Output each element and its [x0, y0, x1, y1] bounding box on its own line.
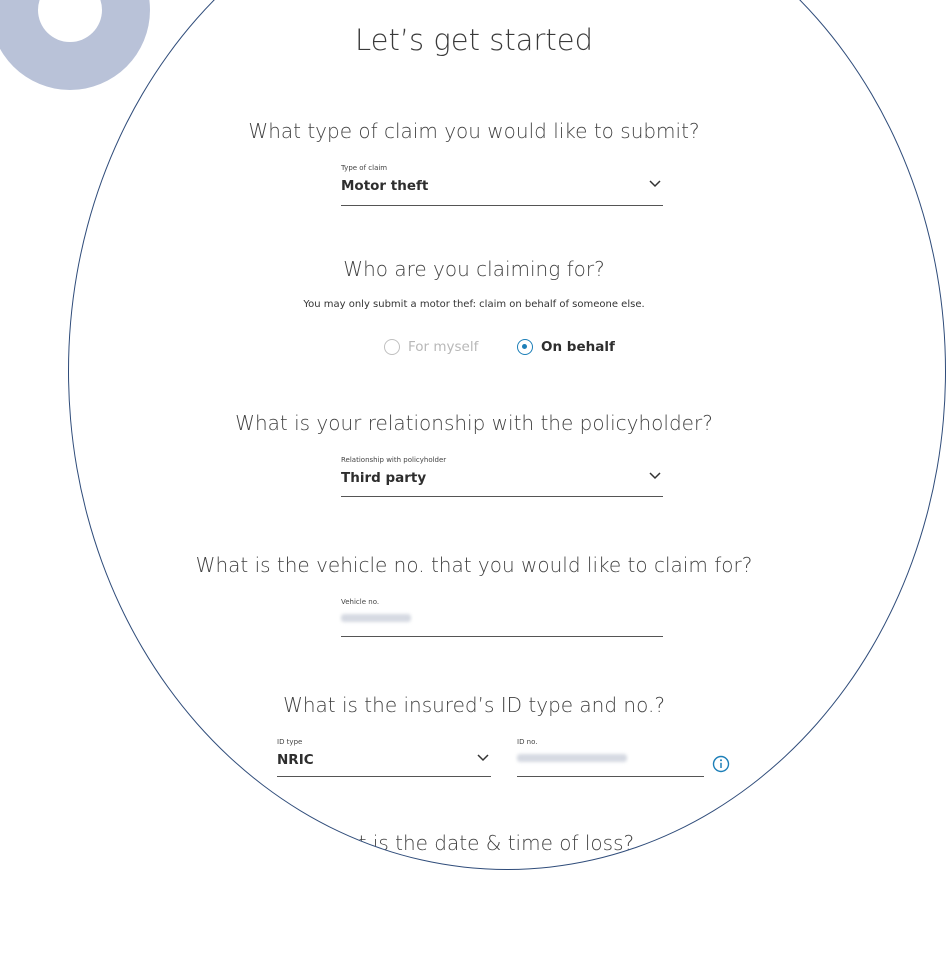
id-number-redacted [517, 754, 627, 762]
radio-on-behalf-label: On behalf [541, 339, 615, 355]
relationship-value: Third party [341, 470, 427, 486]
info-icon[interactable] [712, 755, 730, 773]
vehicle-question: What is the vehicle no. that you would l… [195, 553, 753, 577]
insured-id-question: What is the insured’s ID type and no.? [283, 693, 665, 717]
relationship-question: What is your relationship with the polic… [235, 411, 713, 435]
id-number-input[interactable]: ID no. [517, 738, 704, 777]
id-type-value: NRIC [277, 752, 314, 768]
relationship-select[interactable]: Relationship with policyholder Third par… [341, 456, 663, 497]
claim-type-select[interactable]: Type of claim Motor theft [341, 164, 663, 206]
claimant-note: You may only submit a motor thef: claim … [303, 299, 645, 310]
claim-type-label: Type of claim [341, 164, 388, 172]
radio-for-myself[interactable]: For myself [384, 339, 478, 355]
vehicle-number-input[interactable]: Vehicle no. [341, 598, 663, 637]
claim-type-value: Motor theft [341, 178, 429, 194]
radio-icon [517, 339, 533, 355]
form-magnifier-circle: Let’s get started What type of claim you… [68, 0, 946, 870]
radio-icon [384, 339, 400, 355]
vehicle-value-redacted [341, 614, 411, 622]
vehicle-label: Vehicle no. [341, 598, 380, 606]
chevron-down-icon [649, 180, 661, 188]
claim-form: Let’s get started What type of claim you… [69, 1, 945, 869]
chevron-down-icon [649, 472, 661, 480]
id-number-label: ID no. [517, 738, 538, 746]
claimant-question: Who are you claiming for? [343, 257, 605, 281]
claim-type-question: What type of claim you would like to sub… [248, 119, 700, 143]
radio-on-behalf[interactable]: On behalf [517, 339, 615, 355]
id-type-label: ID type [277, 738, 303, 746]
chevron-down-icon [477, 754, 489, 762]
radio-for-myself-label: For myself [408, 339, 479, 355]
id-type-select[interactable]: ID type NRIC [277, 738, 491, 777]
relationship-label: Relationship with policyholder [341, 456, 447, 464]
loss-question: What is the date & time of loss? [313, 831, 635, 855]
page-title: Let’s get started [354, 23, 594, 57]
